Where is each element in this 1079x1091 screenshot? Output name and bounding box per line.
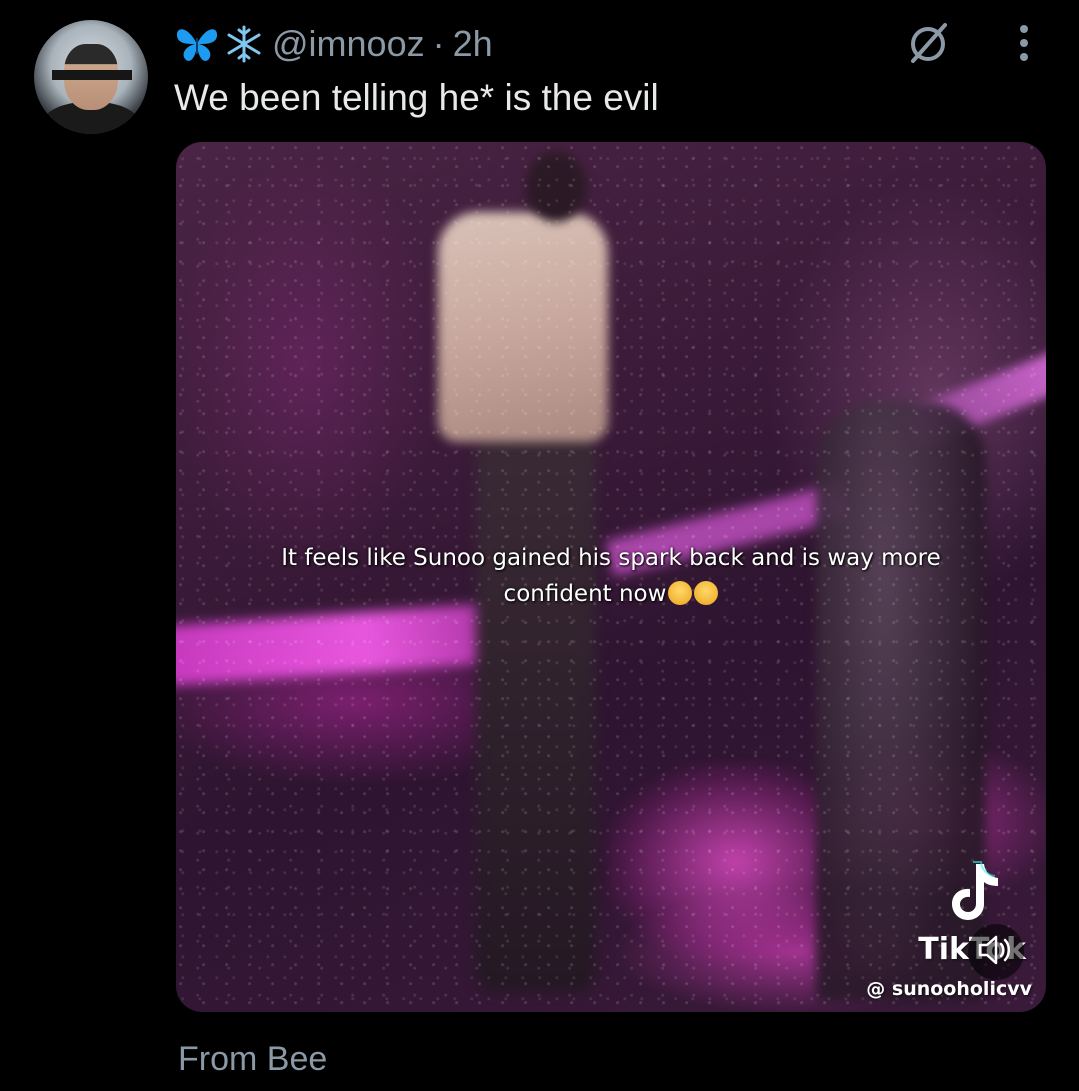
grok-icon[interactable] [900, 14, 956, 70]
avatar[interactable] [34, 20, 148, 134]
mute-toggle-button[interactable] [968, 924, 1024, 980]
video-caption: It feels like Sunoo gained his spark bac… [176, 540, 1046, 612]
tweet-header: @imnooz · 2h [174, 22, 493, 66]
tiktok-username: @ sunooholicvv [866, 978, 1032, 1000]
user-handle[interactable]: @imnooz [272, 23, 425, 65]
caption-line-with-emoji: confident now [176, 576, 1046, 612]
tiktok-logo-icon [946, 860, 1002, 924]
tweet-footer-text: From Bee [178, 1040, 328, 1078]
separator-dot: · [432, 23, 445, 64]
snowflake-icon [224, 24, 264, 64]
tweet-text: We been telling he* is the evil [174, 77, 659, 118]
tweet[interactable]: @imnooz · 2h We been telling he* is the … [0, 0, 1079, 1091]
caption-line: confident now [503, 581, 667, 607]
pleading-face-emoji-icon [668, 581, 693, 605]
caption-line: It feels like Sunoo gained his spark bac… [281, 545, 941, 571]
display-name-emojis [174, 24, 264, 64]
avatar-band [52, 70, 132, 80]
speaker-muted-icon [976, 933, 1016, 972]
more-options-icon[interactable] [1006, 18, 1042, 68]
video-media[interactable]: It feels like Sunoo gained his spark bac… [176, 142, 1046, 1012]
pleading-face-emoji-icon [694, 581, 719, 605]
timestamp[interactable]: 2h [453, 23, 493, 65]
butterfly-icon [174, 24, 220, 64]
